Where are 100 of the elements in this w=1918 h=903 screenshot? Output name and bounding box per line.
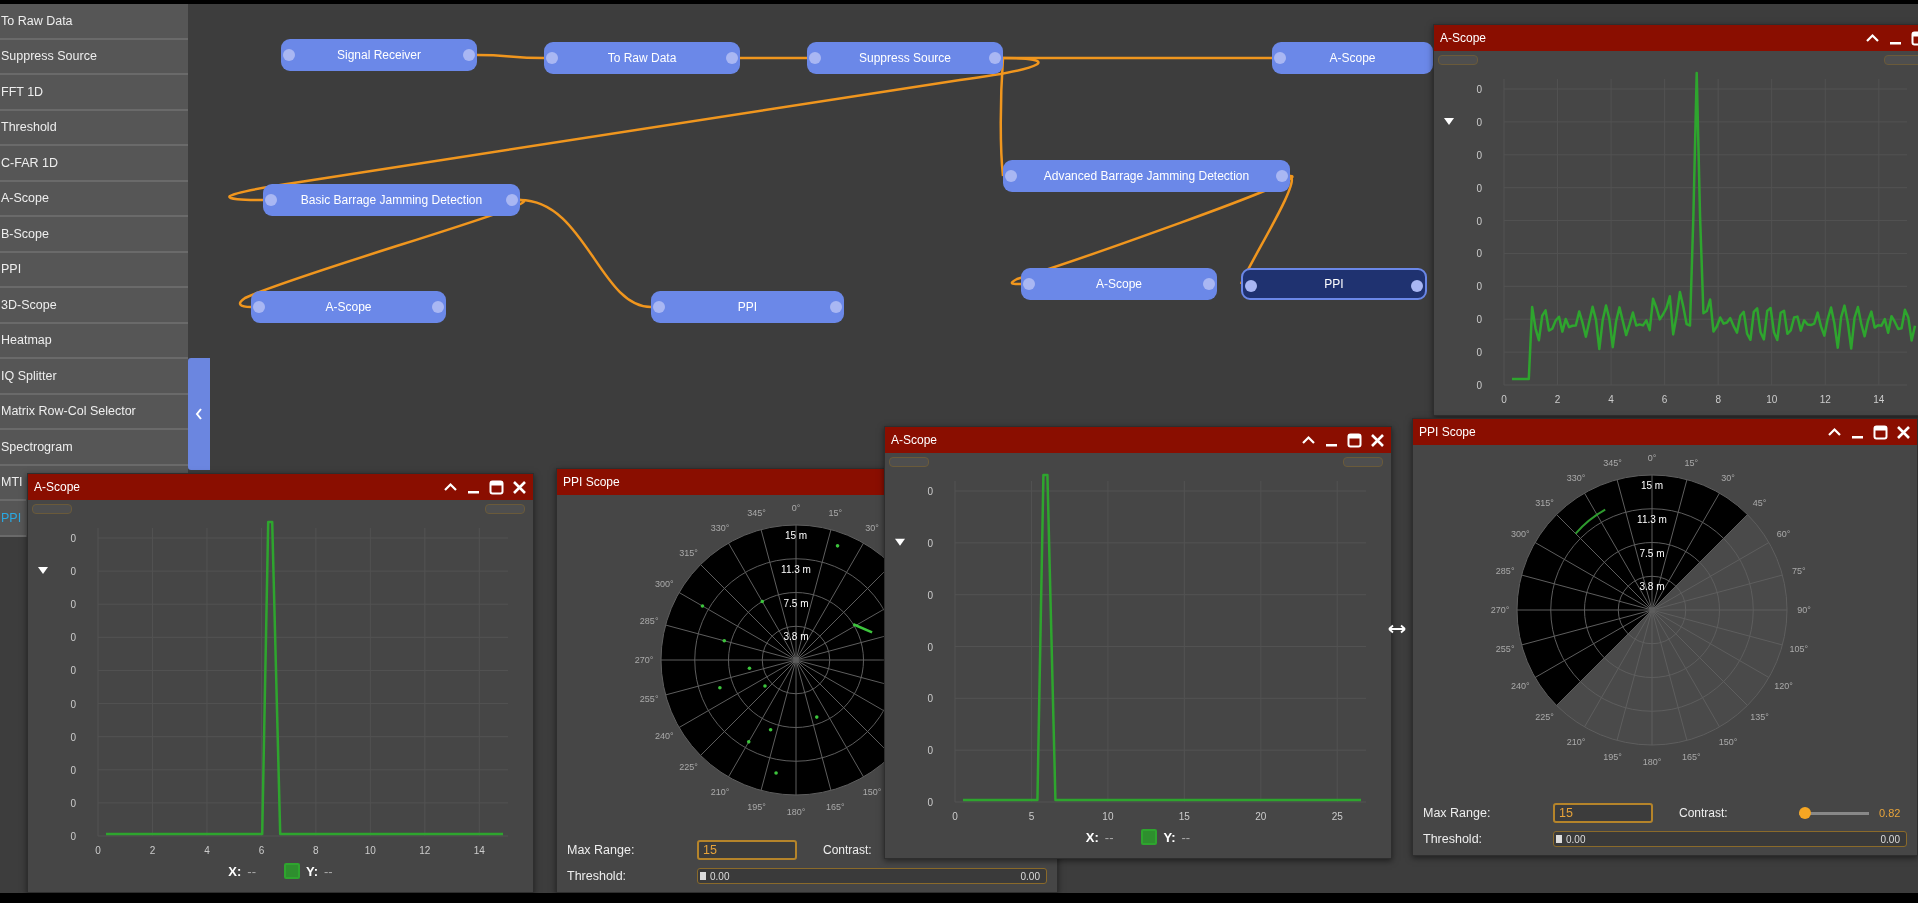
title-bar[interactable]: A-Scope: [1434, 25, 1918, 51]
close-button[interactable]: [1370, 432, 1385, 448]
scale-toggle-button[interactable]: [1438, 55, 1478, 65]
axis-tick-label: 0: [1476, 248, 1482, 260]
sidebar-item[interactable]: 3D-Scope: [0, 288, 188, 324]
port-handle[interactable]: [1245, 280, 1257, 292]
angle-label: 150°: [1718, 736, 1738, 747]
triangle-marker-icon: [895, 538, 905, 546]
legend-label: X:: [228, 863, 242, 879]
sidebar-item[interactable]: Threshold: [0, 110, 188, 146]
port-handle[interactable]: [1411, 280, 1423, 292]
slider-thumb[interactable]: [700, 872, 706, 880]
flow-node[interactable]: PPI: [651, 291, 844, 323]
flow-node[interactable]: A-Scope: [1021, 268, 1217, 300]
axis-tick-label: 0: [70, 731, 76, 743]
series-checkbox[interactable]: [283, 863, 300, 879]
axis-tick-label: 0: [1476, 314, 1482, 326]
axis-tick-label: 14: [1873, 394, 1885, 405]
axis-tick-label: 0: [70, 831, 76, 842]
maximize-button[interactable]: [489, 479, 504, 495]
threshold-slider[interactable]: 0.00 0.00: [697, 868, 1047, 884]
collapse-tab[interactable]: [188, 358, 210, 470]
range-label: 11.3 m: [1637, 513, 1667, 525]
sidebar-item[interactable]: C-FAR 1D: [0, 146, 188, 182]
port-handle[interactable]: [1203, 278, 1215, 290]
scale-toggle-button[interactable]: [32, 504, 72, 514]
close-button[interactable]: [512, 479, 527, 495]
port-handle[interactable]: [506, 194, 518, 206]
scale-toggle-button[interactable]: [1884, 55, 1918, 65]
scale-toggle-button[interactable]: [889, 457, 929, 467]
flow-node[interactable]: PPI: [1241, 268, 1427, 300]
legend-label: Y:: [1163, 829, 1176, 845]
slider-value: 0.82: [1879, 807, 1901, 819]
port-handle[interactable]: [253, 301, 265, 313]
sidebar-item[interactable]: FFT 1D: [0, 75, 188, 111]
axis-tick-label: 0: [95, 845, 101, 856]
axis-tick-label: 8: [313, 845, 319, 856]
sidebar-item[interactable]: Suppress Source: [0, 39, 188, 75]
port-handle[interactable]: [1005, 170, 1017, 182]
angle-label: 195°: [1603, 751, 1622, 762]
slider-min-value: 0.00: [1566, 833, 1586, 845]
port-handle[interactable]: [1274, 52, 1286, 64]
axis-tick-label: 0: [70, 599, 76, 611]
close-button[interactable]: [1896, 424, 1911, 440]
port-handle[interactable]: [546, 52, 558, 64]
triangle-marker-icon: [38, 567, 48, 575]
title-bar[interactable]: PPI Scope: [1413, 419, 1917, 445]
angle-label: 15°: [1684, 458, 1699, 469]
flow-node[interactable]: Suppress Source: [807, 42, 1003, 74]
sidebar-item[interactable]: Heatmap: [0, 323, 188, 359]
port-handle[interactable]: [726, 52, 738, 64]
title-bar[interactable]: A-Scope: [885, 427, 1391, 453]
angle-label: 210°: [1566, 736, 1586, 747]
axis-tick-label: 0: [70, 533, 76, 544]
axis-tick-label: 0: [1476, 149, 1482, 161]
slider-thumb[interactable]: [1556, 835, 1562, 843]
max-range-field[interactable]: 15: [697, 840, 797, 860]
angle-label: 120°: [1774, 681, 1793, 691]
port-handle[interactable]: [989, 52, 1001, 64]
port-handle[interactable]: [1276, 170, 1288, 182]
slider-thumb[interactable]: [1798, 806, 1811, 819]
angle-label: 330°: [1566, 473, 1586, 484]
angle-label: 75°: [1792, 565, 1806, 576]
window-title: A-Scope: [34, 480, 82, 494]
axis-tick-label: 0: [927, 797, 933, 808]
sidebar-item[interactable]: PPI: [0, 252, 188, 288]
port-handle[interactable]: [830, 301, 842, 313]
sidebar-item[interactable]: To Raw Data: [0, 4, 188, 40]
max-range-field[interactable]: 15: [1553, 803, 1653, 823]
port-handle[interactable]: [809, 52, 821, 64]
port-handle[interactable]: [1023, 278, 1035, 290]
maximize-button[interactable]: [1873, 424, 1888, 440]
flow-node[interactable]: A-Scope: [1272, 42, 1433, 74]
threshold-slider[interactable]: 0.00 0.00: [1553, 831, 1907, 847]
scale-toggle-button[interactable]: [1343, 457, 1383, 467]
window-title: PPI Scope: [1419, 425, 1477, 439]
flow-node[interactable]: A-Scope: [251, 291, 446, 323]
sidebar-item[interactable]: A-Scope: [0, 181, 188, 217]
legend-value: --: [1181, 829, 1191, 845]
axis-tick-label: 10: [1766, 394, 1778, 405]
range-label: 7.5 m: [783, 597, 809, 609]
angle-label: 210°: [710, 786, 730, 797]
range-label: 11.3 m: [781, 563, 811, 575]
flow-node[interactable]: Basic Barrage Jamming Detection: [263, 184, 520, 216]
scale-toggle-button[interactable]: [485, 504, 525, 514]
legend-value: --: [247, 863, 256, 879]
port-handle[interactable]: [283, 49, 295, 61]
title-bar[interactable]: A-Scope: [28, 474, 533, 500]
slider-max-value: 0.00: [1880, 833, 1900, 845]
flow-node[interactable]: Advanced Barrage Jamming Detection: [1003, 160, 1290, 192]
maximize-button[interactable]: [1347, 432, 1362, 448]
port-handle[interactable]: [432, 301, 444, 313]
angle-label: 330°: [710, 523, 730, 534]
sidebar-item[interactable]: B-Scope: [0, 217, 188, 253]
flow-node[interactable]: Signal Receiver: [281, 39, 477, 71]
port-handle[interactable]: [265, 194, 277, 206]
port-handle[interactable]: [463, 49, 475, 61]
flow-node[interactable]: To Raw Data: [544, 42, 740, 74]
series-checkbox[interactable]: [1141, 829, 1158, 845]
port-handle[interactable]: [653, 301, 665, 313]
